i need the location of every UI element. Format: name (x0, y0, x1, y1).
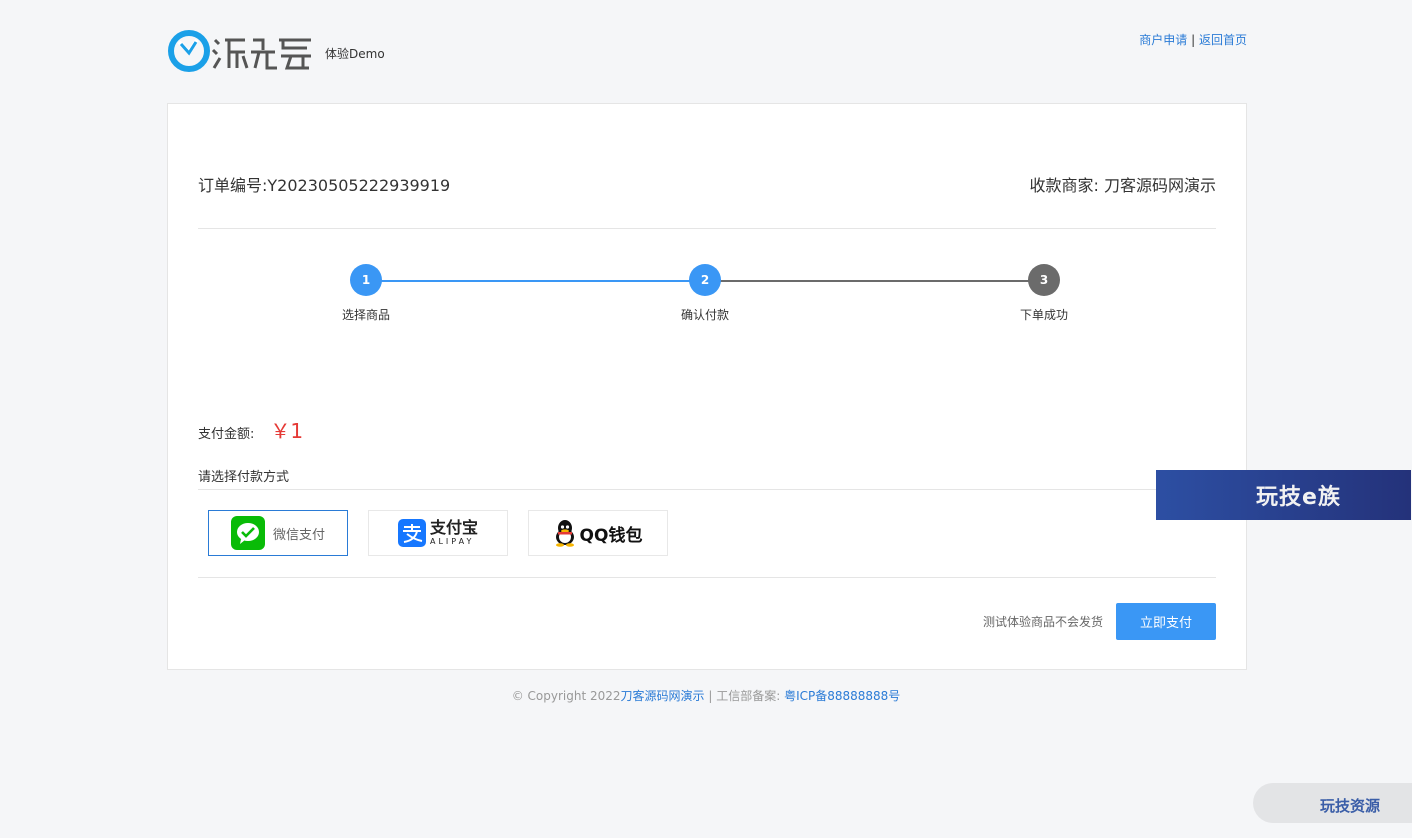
divider (198, 577, 1216, 578)
test-notice: 测试体验商品不会发货 (982, 615, 1103, 629)
step-3: 3 下单成功 (984, 264, 1104, 323)
icp-link[interactable]: 粤ICP备88888888号 (784, 689, 900, 703)
wechat-pay-label: 微信支付 (272, 527, 325, 543)
qq-wallet-option[interactable]: QQ钱包 (528, 510, 668, 556)
order-card: 订单编号:Y20230505222939919 收款商家: 刀客源码网演示 1 … (167, 103, 1247, 670)
payment-methods: 微信支付 支付宝 ALIPAY QQ钱包 (208, 510, 668, 556)
step-label: 确认付款 (680, 308, 729, 322)
footer: © Copyright 2022刀客源码网演示 | 工信部备案: 粤ICP备88… (0, 687, 1412, 704)
logo[interactable]: 体验Demo (167, 28, 385, 72)
amount-value: ￥1 (270, 419, 304, 443)
site-link[interactable]: 刀客源码网演示 (621, 689, 705, 703)
payment-amount: 支付金额: ￥1 (198, 415, 303, 444)
wechat-pay-option[interactable]: 微信支付 (208, 510, 348, 556)
link-separator: | (1191, 33, 1196, 47)
merchant-apply-link[interactable]: 商户申请 (1139, 33, 1187, 47)
alipay-icon (397, 519, 426, 547)
step-circle: 2 (689, 264, 721, 296)
watermark-banner-text: 玩技e族 (1256, 485, 1341, 510)
back-home-link[interactable]: 返回首页 (1199, 33, 1247, 47)
alipay-wordmark: 支付宝 ALIPAY (430, 520, 478, 546)
step-label: 下单成功 (1019, 308, 1068, 322)
copyright-text: © Copyright 2022 (511, 689, 621, 703)
watermark-banner: 玩技e族 (1156, 470, 1411, 520)
order-number: 订单编号:Y20230505222939919 (198, 176, 451, 195)
icp-prefix: | 工信部备案: (704, 689, 785, 703)
qq-penguin-icon (555, 520, 574, 547)
alipay-sub-label: ALIPAY (429, 537, 475, 546)
step-circle: 1 (350, 264, 382, 296)
merchant-name: 收款商家: 刀客源码网演示 (1029, 176, 1216, 195)
checkout-row: 测试体验商品不会发货 立即支付 (983, 603, 1216, 640)
corner-watermark-text: 玩技资源 (1320, 797, 1381, 815)
logo-mark-icon (168, 30, 311, 72)
step-circle: 3 (1028, 264, 1060, 296)
alipay-option[interactable]: 支付宝 ALIPAY (368, 510, 508, 556)
step-2: 2 确认付款 (645, 264, 765, 323)
corner-watermark-badge: 玩技资源 (1253, 783, 1412, 823)
qq-wallet-label: QQ钱包 (579, 525, 643, 546)
payment-method-title: 请选择付款方式 (198, 470, 290, 485)
divider (198, 489, 1216, 490)
step-1: 1 选择商品 (306, 264, 426, 323)
divider (198, 228, 1216, 229)
header: 体验Demo 商户申请 | 返回首页 (167, 28, 1247, 78)
wechat-icon (230, 516, 265, 550)
amount-label: 支付金额: (198, 427, 255, 442)
alipay-label: 支付宝 (429, 518, 478, 537)
pay-now-button[interactable]: 立即支付 (1116, 603, 1216, 640)
top-links: 商户申请 | 返回首页 (1139, 31, 1247, 48)
logo-subtitle: 体验Demo (325, 47, 385, 61)
progress-steps: 1 选择商品 2 确认付款 3 下单成功 (198, 264, 1216, 334)
step-label: 选择商品 (341, 308, 390, 322)
